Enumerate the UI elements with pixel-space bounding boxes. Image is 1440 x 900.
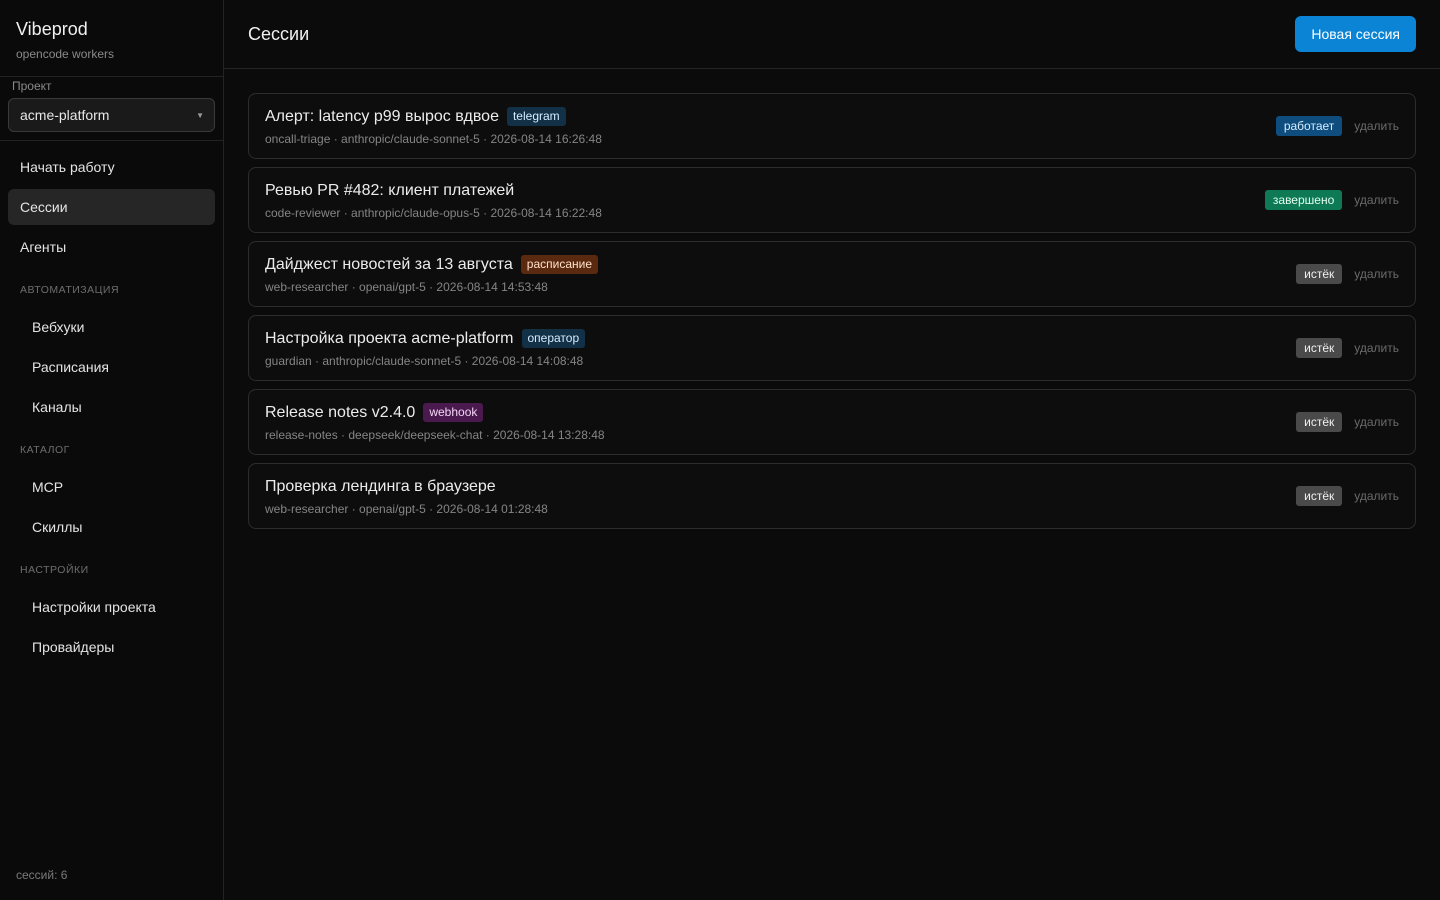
session-title: Алерт: latency p99 вырос вдвое	[265, 107, 499, 125]
page-title: Сессии	[248, 23, 310, 44]
session-title: Проверка лендинга в браузере	[265, 477, 496, 495]
sidebar-item-label: Расписания	[32, 359, 109, 375]
status-badge: завершено	[1264, 190, 1343, 210]
session-meta: web-researcher · openai/gpt-5 · 2026-08-…	[265, 279, 548, 294]
sidebar-item-channels[interactable]: Каналы	[8, 389, 215, 425]
sidebar-item-agents[interactable]: Агенты	[8, 229, 215, 265]
session-info: Release notes v2.4.0 webhook release-notes…	[265, 403, 605, 442]
delete-button[interactable]: удалить	[1354, 489, 1399, 503]
session-actions: работает удалить	[1275, 116, 1399, 136]
session-title-row: Дайджест новостей за 13 августа расписани…	[265, 255, 599, 275]
main-content: Сессии Новая сессия Алерт: latency p99 в…	[224, 0, 1440, 900]
project-select[interactable]: acme-platform ▼	[8, 98, 215, 132]
session-title: Ревью PR #482: клиент платежей	[265, 181, 515, 199]
sidebar-nav: Начать работу Сессии Агенты Автоматизаци…	[0, 141, 223, 665]
status-badge: истёк	[1296, 412, 1343, 432]
section-heading-settings: Настройки	[20, 564, 89, 576]
sidebar-item-label: Скиллы	[32, 519, 83, 535]
session-title: Release notes v2.4.0	[265, 403, 416, 421]
sidebar-item-label: MCP	[32, 479, 64, 495]
chevron-down-icon: ▼	[196, 110, 204, 120]
delete-button[interactable]: удалить	[1354, 267, 1399, 281]
status-badge: истёк	[1296, 264, 1343, 284]
session-actions: истёк удалить	[1296, 264, 1399, 284]
page-header: Сессии Новая сессия	[224, 0, 1440, 69]
session-title-row: Проверка лендинга в браузере	[265, 477, 548, 497]
session-actions: истёк удалить	[1296, 486, 1399, 506]
source-tag: webhook	[423, 403, 484, 422]
session-meta: guardian · anthropic/claude-sonnet-5 · 2…	[265, 353, 584, 368]
session-info: Алерт: latency p99 вырос вдвое telegram on…	[265, 107, 602, 146]
sidebar-item-skills[interactable]: Скиллы	[8, 509, 215, 545]
source-tag: telegram	[506, 107, 566, 126]
session-title-row: Алерт: latency p99 вырос вдвое telegram	[265, 107, 602, 127]
session-card[interactable]: Проверка лендинга в браузере web-research…	[248, 463, 1416, 529]
project-select-value: acme-platform	[20, 107, 110, 123]
sidebar-item-webhooks[interactable]: Вебхуки	[8, 309, 215, 345]
session-card[interactable]: Дайджест новостей за 13 августа расписани…	[248, 241, 1416, 307]
sidebar-item-schedules[interactable]: Расписания	[8, 349, 215, 385]
session-title: Настройка проекта acme-platform	[265, 329, 514, 347]
section-heading-catalog: Каталог	[20, 444, 70, 456]
project-label: Проект	[12, 79, 52, 93]
section-heading-automation: Автоматизация	[20, 284, 120, 296]
sessions-count: сессий: 6	[16, 868, 68, 882]
status-badge: истёк	[1296, 486, 1343, 506]
delete-button[interactable]: удалить	[1354, 193, 1399, 207]
sidebar-item-label: Вебхуки	[32, 319, 85, 335]
session-title-row: Ревью PR #482: клиент платежей	[265, 181, 602, 201]
project-selector-block: Проект acme-platform ▼	[0, 77, 223, 141]
session-meta: code-reviewer · anthropic/claude-opus-5 …	[265, 205, 602, 220]
sidebar-item-label: Каналы	[32, 399, 82, 415]
delete-button[interactable]: удалить	[1354, 119, 1399, 133]
session-title: Дайджест новостей за 13 августа	[265, 255, 513, 273]
sidebar-item-label: Начать работу	[20, 159, 115, 175]
sidebar-item-label: Провайдеры	[32, 639, 115, 655]
brand: Vibeprod opencode workers	[0, 0, 223, 77]
sidebar-item-label: Сессии	[20, 199, 68, 215]
session-card[interactable]: Настройка проекта acme-platform оператор g…	[248, 315, 1416, 381]
session-title-row: Release notes v2.4.0 webhook	[265, 403, 605, 423]
sidebar-item-label: Агенты	[20, 239, 67, 255]
session-meta: release-notes · deepseek/deepseek-chat ·…	[265, 427, 605, 442]
sidebar: Vibeprod opencode workers Проект acme-pl…	[0, 0, 224, 900]
app-root: Vibeprod opencode workers Проект acme-pl…	[0, 0, 1440, 900]
sidebar-item-sessions[interactable]: Сессии	[8, 189, 215, 225]
session-info: Дайджест новостей за 13 августа расписани…	[265, 255, 599, 294]
session-card[interactable]: Алерт: latency p99 вырос вдвое telegram on…	[248, 93, 1416, 159]
sidebar-item-start[interactable]: Начать работу	[8, 149, 215, 185]
session-info: Ревью PR #482: клиент платежей code-revie…	[265, 181, 602, 220]
delete-button[interactable]: удалить	[1354, 341, 1399, 355]
app-subtitle: opencode workers	[16, 47, 115, 61]
session-actions: завершено удалить	[1264, 190, 1399, 210]
source-tag: расписание	[520, 255, 599, 274]
session-actions: истёк удалить	[1296, 338, 1399, 358]
sidebar-item-label: Настройки проекта	[32, 599, 156, 615]
new-session-button[interactable]: Новая сессия	[1295, 16, 1416, 52]
session-info: Настройка проекта acme-platform оператор g…	[265, 329, 586, 368]
session-meta: web-researcher · openai/gpt-5 · 2026-08-…	[265, 501, 548, 516]
sidebar-item-mcp[interactable]: MCP	[8, 469, 215, 505]
session-list: Алерт: latency p99 вырос вдвое telegram on…	[224, 69, 1440, 529]
session-info: Проверка лендинга в браузере web-research…	[265, 477, 548, 516]
sidebar-item-project-settings[interactable]: Настройки проекта	[8, 589, 215, 625]
session-actions: истёк удалить	[1296, 412, 1399, 432]
session-title-row: Настройка проекта acme-platform оператор	[265, 329, 586, 349]
source-tag: оператор	[521, 329, 586, 348]
status-badge: истёк	[1296, 338, 1343, 358]
app-title: Vibeprod	[16, 19, 88, 39]
sidebar-item-providers[interactable]: Провайдеры	[8, 629, 215, 665]
session-card[interactable]: Ревью PR #482: клиент платежей code-revie…	[248, 167, 1416, 233]
session-meta: oncall-triage · anthropic/claude-sonnet-…	[265, 131, 602, 146]
session-card[interactable]: Release notes v2.4.0 webhook release-notes…	[248, 389, 1416, 455]
delete-button[interactable]: удалить	[1354, 415, 1399, 429]
status-badge: работает	[1275, 116, 1343, 136]
